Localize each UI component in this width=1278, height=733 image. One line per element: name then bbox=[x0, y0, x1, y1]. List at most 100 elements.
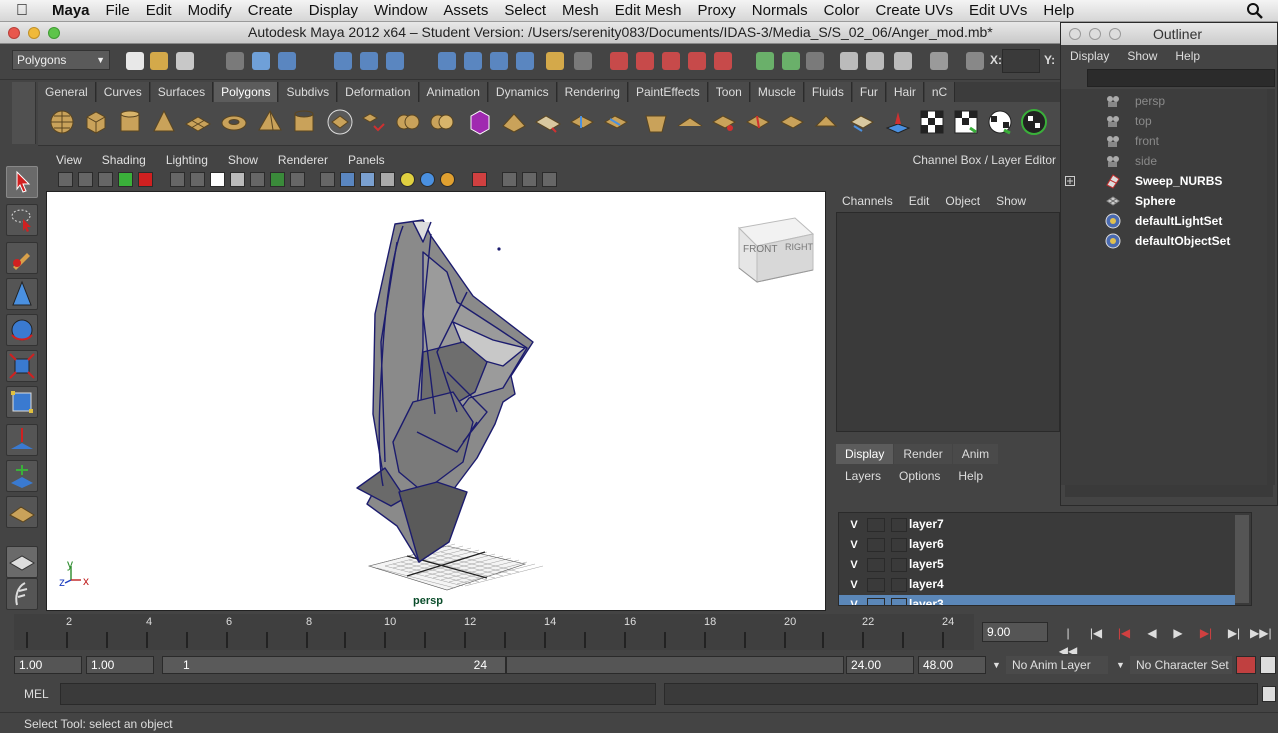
mel-command-input[interactable] bbox=[60, 683, 656, 705]
wireframe-icon[interactable] bbox=[320, 172, 335, 187]
duplicate-face-icon[interactable] bbox=[848, 108, 876, 136]
hypergraph-layout-button[interactable] bbox=[6, 578, 38, 610]
shelf-tab-toon[interactable]: Toon bbox=[708, 82, 750, 102]
layer-row[interactable]: Vlayer7 bbox=[839, 515, 1235, 535]
step-forward-frame-button[interactable]: ▶| bbox=[1196, 624, 1216, 642]
shelf-tab-polygons[interactable]: Polygons bbox=[214, 82, 279, 102]
poly-pipe-icon[interactable] bbox=[290, 108, 318, 136]
highlight-selection-icon[interactable] bbox=[574, 52, 592, 70]
animation-start-field[interactable]: 1.00 bbox=[14, 656, 82, 674]
channel-box-body[interactable] bbox=[836, 212, 1060, 432]
wedge-faces-icon[interactable] bbox=[812, 108, 840, 136]
layer-menu-layers[interactable]: Layers bbox=[836, 466, 890, 486]
xray-joints-icon[interactable] bbox=[522, 172, 537, 187]
scale-tool-button[interactable] bbox=[6, 350, 38, 382]
outliner-item[interactable]: side bbox=[1061, 151, 1267, 171]
outliner-item[interactable]: Sweep_NURBS bbox=[1061, 171, 1267, 191]
transform-mode-icon[interactable] bbox=[966, 52, 984, 70]
grid-icon[interactable] bbox=[170, 172, 185, 187]
make-live-icon[interactable] bbox=[714, 52, 732, 70]
field-chart-icon[interactable] bbox=[250, 172, 265, 187]
merge-icon[interactable] bbox=[676, 108, 704, 136]
smooth-proxy-icon[interactable] bbox=[466, 108, 494, 136]
outliner-menu-show[interactable]: Show bbox=[1118, 45, 1166, 67]
layer-playback-toggle[interactable] bbox=[867, 538, 885, 552]
search-icon[interactable] bbox=[1246, 2, 1264, 20]
script-editor-icon[interactable] bbox=[1262, 686, 1276, 702]
uv-cylindrical-icon[interactable] bbox=[986, 108, 1014, 136]
layer-color-swatch[interactable] bbox=[891, 518, 907, 532]
select-component-icon[interactable] bbox=[278, 52, 296, 70]
menu-window[interactable]: Window bbox=[366, 0, 435, 22]
film-gate-icon[interactable] bbox=[190, 172, 205, 187]
render-frame-icon[interactable] bbox=[840, 52, 858, 70]
ipr-render-icon[interactable] bbox=[866, 52, 884, 70]
shelf-tab-hair[interactable]: Hair bbox=[886, 82, 924, 102]
input-ops-icon[interactable] bbox=[756, 52, 774, 70]
close-window-button[interactable] bbox=[8, 27, 20, 39]
zoom-window-button[interactable] bbox=[48, 27, 60, 39]
split-polygon-icon[interactable] bbox=[602, 108, 630, 136]
cut-faces-icon[interactable] bbox=[744, 108, 772, 136]
layer-row[interactable]: Vlayer4 bbox=[839, 575, 1235, 595]
viewcube[interactable]: FRONT RIGHT bbox=[737, 217, 815, 284]
menu-edit[interactable]: Edit bbox=[138, 0, 180, 22]
pick-point-icon[interactable] bbox=[334, 52, 352, 70]
bridge-icon[interactable] bbox=[534, 108, 562, 136]
menu-mesh[interactable]: Mesh bbox=[554, 0, 607, 22]
layer-playback-toggle[interactable] bbox=[867, 598, 885, 605]
layer-visibility-toggle[interactable]: V bbox=[845, 578, 863, 592]
channel-menu-channels[interactable]: Channels bbox=[834, 190, 901, 212]
boolean-union-icon[interactable] bbox=[428, 108, 456, 136]
poly-torus-icon[interactable] bbox=[220, 108, 248, 136]
menu-help[interactable]: Help bbox=[1035, 0, 1082, 22]
outliner-menu-display[interactable]: Display bbox=[1061, 45, 1118, 67]
anim-layer-dropdown[interactable]: No Anim Layer bbox=[1006, 656, 1108, 674]
layer-menu-options[interactable]: Options bbox=[890, 466, 949, 486]
menu-file[interactable]: File bbox=[98, 0, 138, 22]
play-backwards-button[interactable]: ◀ bbox=[1142, 624, 1162, 642]
layer-visibility-toggle[interactable]: V bbox=[845, 518, 863, 532]
open-scene-icon[interactable] bbox=[150, 52, 168, 70]
select-camera-icon[interactable] bbox=[58, 172, 73, 187]
universal-manipulator-button[interactable] bbox=[6, 386, 38, 418]
last-tool-button[interactable] bbox=[6, 496, 38, 528]
layer-color-swatch[interactable] bbox=[891, 578, 907, 592]
command-language-label[interactable]: MEL bbox=[24, 687, 49, 701]
character-set-dropdown[interactable]: No Character Set bbox=[1130, 656, 1232, 674]
auto-key-icon[interactable] bbox=[1236, 656, 1256, 674]
construction-history-icon[interactable] bbox=[806, 52, 824, 70]
layer-visibility-toggle[interactable]: V bbox=[845, 538, 863, 552]
select-hierarchy-icon[interactable] bbox=[226, 52, 244, 70]
time-slider[interactable]: 2 4 6 8 10 12 14 16 18 20 22 24 bbox=[14, 614, 974, 650]
poly-cylinder-icon[interactable] bbox=[116, 108, 144, 136]
shelf-tab-subdivs[interactable]: Subdivs bbox=[279, 82, 338, 102]
two-d-pan-icon[interactable] bbox=[138, 172, 153, 187]
uv-planar-icon[interactable] bbox=[952, 108, 980, 136]
layer-visibility-toggle[interactable]: V bbox=[845, 558, 863, 572]
output-ops-icon[interactable] bbox=[782, 52, 800, 70]
panel-menu-shading[interactable]: Shading bbox=[92, 150, 156, 170]
outliner-close-button[interactable] bbox=[1069, 28, 1081, 40]
shelf-tab-general[interactable]: General bbox=[38, 82, 96, 102]
combine-icon[interactable] bbox=[360, 108, 388, 136]
pick-misc-icon[interactable] bbox=[464, 52, 482, 70]
animation-preferences-icon[interactable] bbox=[1260, 656, 1276, 674]
layer-tab-anim[interactable]: Anim bbox=[952, 444, 999, 464]
panel-menu-panels[interactable]: Panels bbox=[338, 150, 395, 170]
minimize-window-button[interactable] bbox=[28, 27, 40, 39]
snap-view-plane-icon[interactable] bbox=[688, 52, 706, 70]
shadows-icon[interactable] bbox=[440, 172, 455, 187]
pick-render-icon[interactable] bbox=[490, 52, 508, 70]
layer-tab-render[interactable]: Render bbox=[894, 444, 952, 464]
new-scene-icon[interactable] bbox=[126, 52, 144, 70]
menu-edit-mesh[interactable]: Edit Mesh bbox=[607, 0, 690, 22]
shelf-tab-rendering[interactable]: Rendering bbox=[557, 82, 628, 102]
default-lighting-icon[interactable] bbox=[400, 172, 415, 187]
channel-menu-edit[interactable]: Edit bbox=[901, 190, 938, 212]
outliner-zoom-button[interactable] bbox=[1109, 28, 1121, 40]
x-field-input[interactable] bbox=[1002, 49, 1040, 73]
shelf-tab-dynamics[interactable]: Dynamics bbox=[488, 82, 557, 102]
outliner-item[interactable]: defaultObjectSet bbox=[1061, 231, 1267, 251]
outliner-item[interactable]: top bbox=[1061, 111, 1267, 131]
